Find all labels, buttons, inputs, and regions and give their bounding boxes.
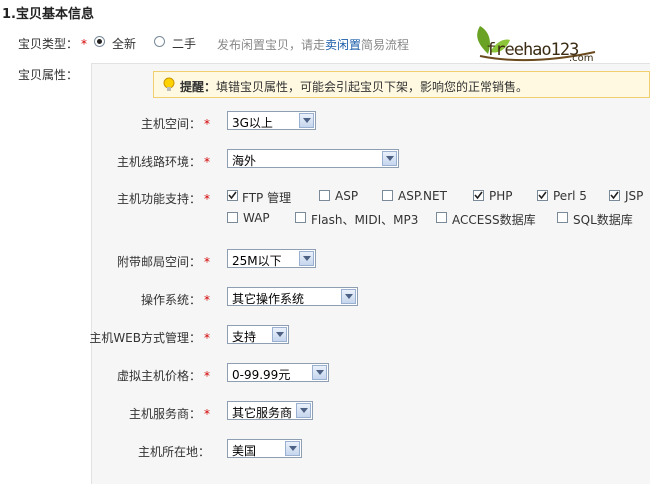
- os-select[interactable]: 其它操作系统: [227, 287, 358, 306]
- feature-jsp-label: JSP: [625, 189, 644, 203]
- feature-jsp-checkbox[interactable]: [609, 190, 620, 201]
- notice-title: 提醒：: [180, 80, 217, 94]
- chevron-down-icon[interactable]: [285, 441, 300, 456]
- os-label: 操作系统： *: [140, 293, 210, 307]
- feature-perl-label: Perl 5: [553, 189, 587, 203]
- chevron-down-icon[interactable]: [272, 327, 287, 342]
- notice-text: 填错宝贝属性，可能会引起宝贝下架，影响您的正常销售。: [216, 80, 529, 94]
- feature-php-checkbox[interactable]: [473, 190, 484, 201]
- price-select[interactable]: 0-99.99元: [227, 363, 329, 382]
- provider-select[interactable]: 其它服务商: [227, 401, 313, 420]
- features-label: 主机功能支持： *: [116, 192, 210, 206]
- feature-wap-label: WAP: [243, 211, 270, 225]
- line-env-select[interactable]: 海外: [227, 149, 399, 168]
- feature-aspnet-label: ASP.NET: [398, 189, 447, 203]
- radio-used-label: 二手: [172, 37, 197, 51]
- feature-php-label: PHP: [489, 189, 513, 203]
- chevron-down-icon[interactable]: [296, 403, 311, 418]
- idle-hint: 发布闲置宝贝，请走卖闲置简易流程: [217, 38, 410, 52]
- chevron-down-icon[interactable]: [341, 289, 356, 304]
- feature-asp-checkbox[interactable]: [319, 190, 330, 201]
- radio-new[interactable]: [94, 36, 105, 47]
- feature-ftp-checkbox[interactable]: [227, 190, 238, 201]
- item-type-label: 宝贝类型： *: [18, 37, 88, 51]
- chevron-down-icon[interactable]: [382, 151, 397, 166]
- feature-flash-label: Flash、MIDI、MP3: [311, 213, 419, 227]
- feature-flash-checkbox[interactable]: [295, 212, 306, 223]
- chevron-down-icon[interactable]: [299, 113, 314, 128]
- radio-used[interactable]: [154, 36, 165, 47]
- mail-space-label: 附带邮局空间： *: [116, 255, 210, 269]
- feature-perl-checkbox[interactable]: [537, 190, 548, 201]
- line-env-label: 主机线路环境： *: [116, 155, 210, 169]
- radio-new-label: 全新: [112, 37, 137, 51]
- sell-idle-link[interactable]: 卖闲置: [325, 38, 361, 52]
- feature-aspnet-checkbox[interactable]: [382, 190, 393, 201]
- feature-sql-label: SQL数据库: [573, 213, 633, 227]
- feature-wap-checkbox[interactable]: [227, 212, 238, 223]
- feature-access-label: ACCESS数据库: [452, 213, 536, 227]
- chevron-down-icon[interactable]: [312, 365, 327, 380]
- lightbulb-icon: [163, 77, 175, 91]
- attributes-label: 宝贝属性：: [18, 68, 79, 82]
- host-space-label: 主机空间： *: [140, 117, 210, 131]
- feature-access-checkbox[interactable]: [436, 212, 447, 223]
- notice-box: 提醒：填错宝贝属性，可能会引起宝贝下架，影响您的正常销售。: [153, 71, 650, 98]
- host-space-select[interactable]: 3G以上: [227, 111, 316, 130]
- section-title: 1.宝贝基本信息: [2, 7, 94, 22]
- logo-text: freehao123: [486, 40, 579, 60]
- feature-sql-checkbox[interactable]: [557, 212, 568, 223]
- mail-space-select[interactable]: 25M以下: [227, 249, 316, 268]
- location-select[interactable]: 美国: [227, 439, 302, 458]
- price-label: 虚拟主机价格： *: [116, 369, 210, 383]
- web-mgmt-select[interactable]: 支持: [227, 325, 289, 344]
- web-mgmt-label: 主机WEB方式管理： *: [89, 331, 210, 345]
- provider-label: 主机服务商： *: [128, 407, 210, 421]
- feature-ftp-label: FTP 管理: [242, 191, 292, 205]
- chevron-down-icon[interactable]: [299, 251, 314, 266]
- feature-asp-label: ASP: [335, 189, 359, 203]
- location-label: 主机所在地：: [137, 445, 210, 459]
